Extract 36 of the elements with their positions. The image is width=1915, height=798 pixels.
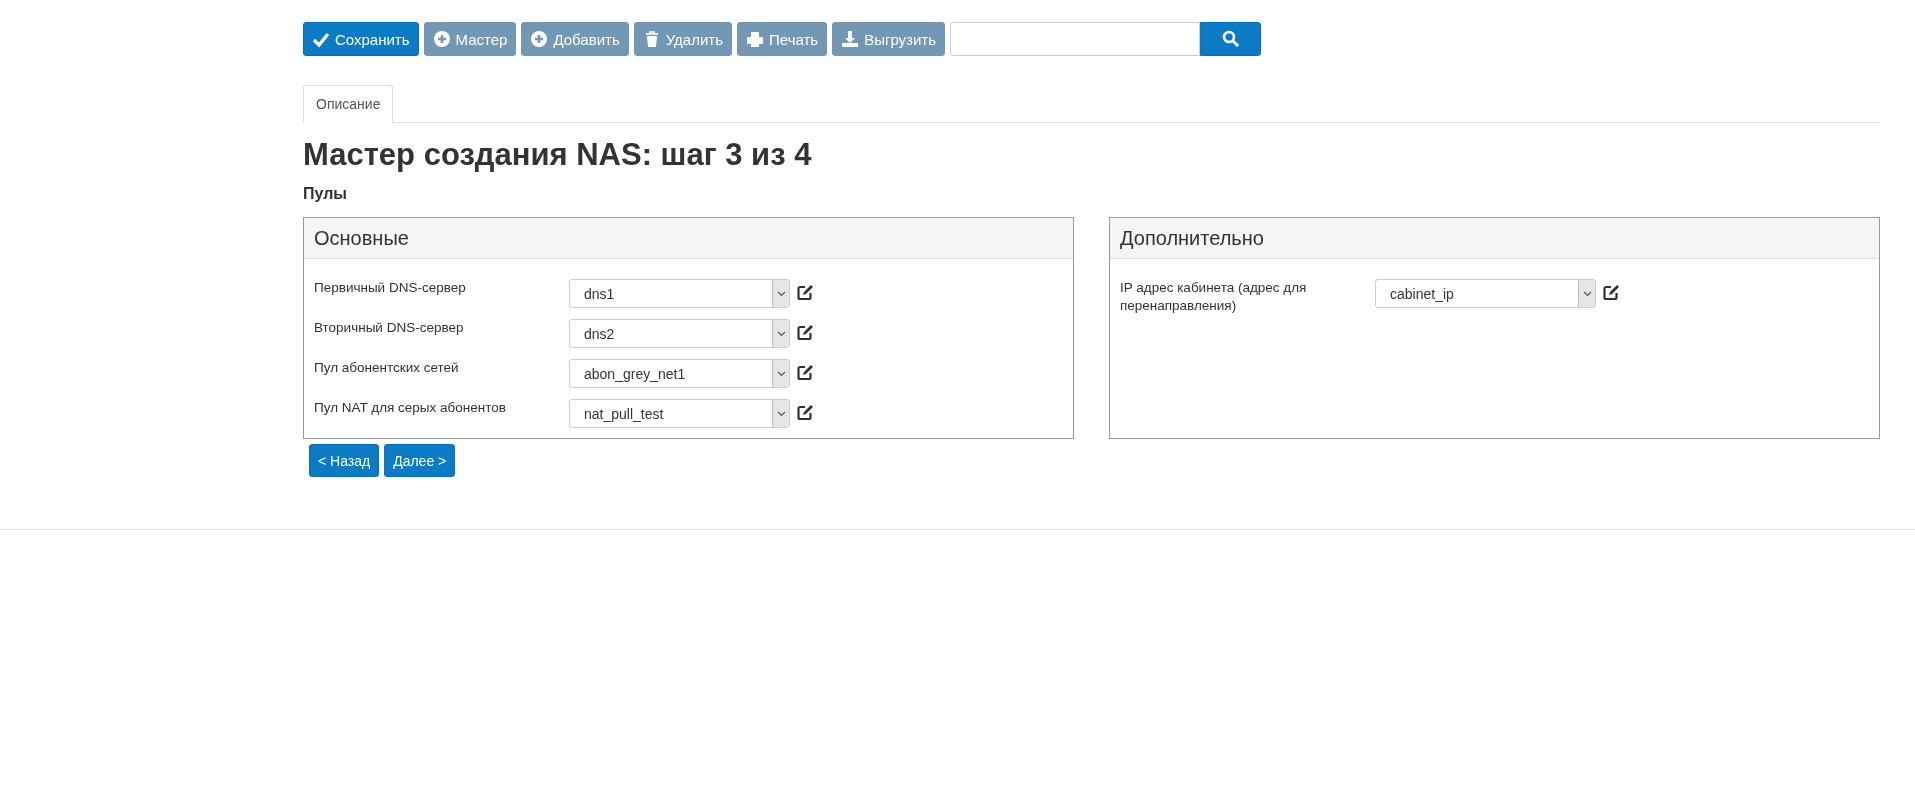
select-field[interactable]: dns2 bbox=[569, 319, 790, 348]
download-icon bbox=[841, 30, 860, 48]
edit-icon[interactable] bbox=[796, 324, 814, 342]
edit-icon[interactable] bbox=[1602, 284, 1620, 302]
edit-icon[interactable] bbox=[796, 364, 814, 382]
edit-icon[interactable] bbox=[796, 284, 814, 302]
check-icon bbox=[312, 30, 330, 48]
select-field[interactable]: abon_grey_net1 bbox=[569, 359, 790, 388]
field-label: Первичный DNS-сервер bbox=[314, 279, 467, 297]
next-button[interactable]: Далее > bbox=[384, 444, 456, 477]
caret-icon bbox=[776, 410, 786, 417]
field-label: Пул абонентских сетей bbox=[314, 359, 460, 377]
plus-circle-icon bbox=[530, 30, 549, 48]
plus-circle-icon bbox=[432, 30, 451, 48]
panel-header: Основные bbox=[304, 218, 1073, 259]
caret-icon bbox=[776, 290, 786, 297]
field-label: Вторичный DNS-сервер bbox=[314, 319, 465, 337]
caret-icon bbox=[1582, 290, 1592, 297]
tab[interactable]: Описание bbox=[303, 85, 394, 123]
select-field[interactable]: cabinet_ip bbox=[1375, 279, 1596, 308]
field-label: Пул NAT для серых абонентов bbox=[314, 399, 507, 417]
search-button[interactable] bbox=[1200, 22, 1262, 56]
search-icon bbox=[1221, 30, 1240, 48]
caret-icon bbox=[776, 330, 786, 337]
page-title: Мастер создания NAS: шаг 3 из 4 bbox=[303, 137, 813, 173]
printer-icon bbox=[746, 30, 765, 48]
field-label: IP адрес кабинета (адрес для перенаправления) bbox=[1120, 279, 1308, 315]
search-field[interactable] bbox=[950, 22, 1201, 56]
select-field[interactable]: nat_pull_test bbox=[569, 399, 790, 428]
caret-icon bbox=[776, 370, 786, 377]
save-button[interactable]: Сохранить bbox=[303, 22, 419, 56]
select-field[interactable]: dns1 bbox=[569, 279, 790, 308]
panel-header: Дополнительно bbox=[1110, 218, 1879, 259]
edit-icon[interactable] bbox=[796, 404, 814, 422]
section-title: Пулы bbox=[303, 185, 348, 203]
back-button[interactable]: < Назад bbox=[309, 444, 380, 477]
